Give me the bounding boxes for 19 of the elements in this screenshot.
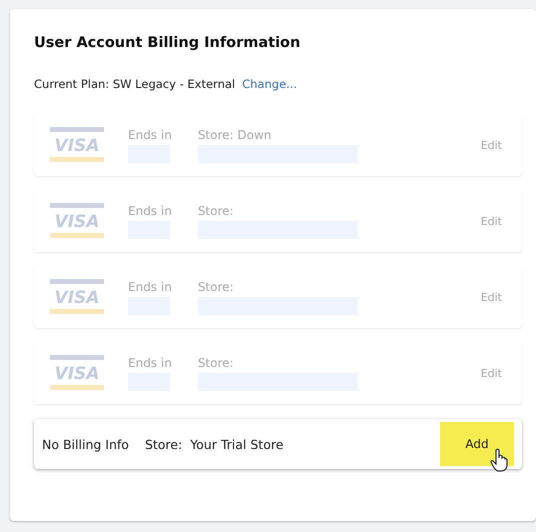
change-plan-link[interactable]: Change... [242, 77, 298, 91]
store-label: Store: [198, 280, 235, 294]
store-label: Store: [198, 204, 235, 218]
ends-in-label: Ends in [128, 204, 172, 218]
store-label: Store: [144, 436, 182, 452]
store-label: Store: Down [198, 128, 272, 142]
ends-in-label: Ends in [128, 280, 172, 294]
edit-button[interactable]: Edit [476, 362, 506, 384]
page-title: User Account Billing Information [34, 35, 300, 51]
store-name: Your Trial Store [190, 436, 284, 452]
add-button[interactable]: Add [440, 422, 514, 466]
edit-button[interactable]: Edit [476, 210, 506, 232]
current-plan-text: Current Plan: SW Legacy - External [34, 77, 236, 91]
store-label: Store: [198, 356, 235, 370]
edit-button[interactable]: Edit [476, 134, 506, 156]
ends-in-label: Ends in [128, 128, 172, 142]
edit-button[interactable]: Edit [476, 286, 506, 308]
no-billing-info-text: No Billing Info [42, 436, 129, 452]
ends-in-label: Ends in [128, 356, 172, 370]
